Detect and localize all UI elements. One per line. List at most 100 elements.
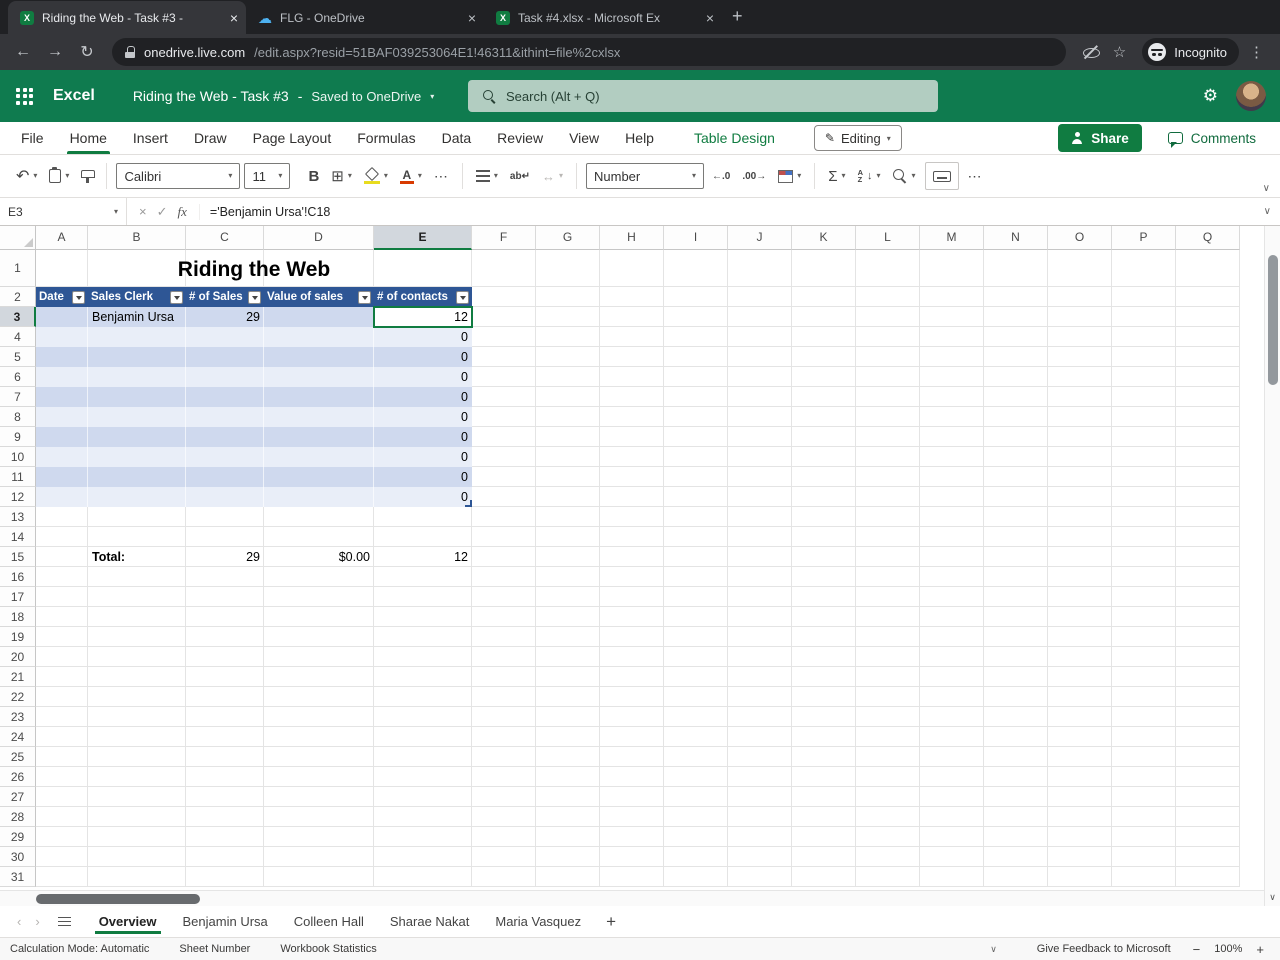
back-icon[interactable]	[8, 37, 38, 67]
comments-button[interactable]: Comments	[1160, 124, 1264, 152]
chevron-down-icon[interactable]	[430, 92, 434, 101]
browser-tab-2[interactable]: FLG - OneDrive	[246, 1, 484, 34]
number-format-select[interactable]: Number	[586, 163, 704, 189]
scroll-down-icon[interactable]	[1265, 892, 1280, 903]
menu-tab-file[interactable]: File	[8, 122, 57, 154]
row-header-10[interactable]: 10	[0, 447, 36, 467]
cell-E9[interactable]: 0	[374, 427, 472, 447]
menu-tab-view[interactable]: View	[556, 122, 612, 154]
font-color-button[interactable]	[394, 161, 428, 191]
bookmark-star-icon[interactable]	[1113, 43, 1126, 61]
sheet-title-cell[interactable]: Riding the Web	[36, 250, 472, 287]
column-header-B[interactable]: B	[88, 226, 186, 250]
spreadsheet-grid[interactable]: A B C D E F G H I J K L M N O P Q 1 2 3 4 5 6 7 8 9 10 11 12 13 14 15 16…	[0, 226, 1264, 890]
cancel-icon[interactable]	[139, 204, 147, 219]
cell-E15[interactable]: 12	[374, 547, 472, 567]
column-header-C[interactable]: C	[186, 226, 264, 250]
merge-cells-button[interactable]	[536, 161, 569, 191]
cell-E4[interactable]: 0	[374, 327, 472, 347]
row-header-18[interactable]: 18	[0, 607, 36, 627]
table-header-of-contacts[interactable]: # of contacts	[374, 287, 472, 307]
row-header-4[interactable]: 4	[0, 327, 36, 347]
column-header-J[interactable]: J	[728, 226, 792, 250]
column-header-D[interactable]: D	[264, 226, 374, 250]
menu-tab-draw[interactable]: Draw	[181, 122, 240, 154]
insert-function-icon[interactable]	[178, 204, 187, 220]
column-header-I[interactable]: I	[664, 226, 728, 250]
status-menu-chevron-icon[interactable]	[990, 944, 997, 955]
cell-E7[interactable]: 0	[374, 387, 472, 407]
refresh-icon[interactable]	[72, 37, 102, 67]
bold-button[interactable]	[302, 161, 325, 191]
column-header-A[interactable]: A	[36, 226, 88, 250]
row-header-7[interactable]: 7	[0, 387, 36, 407]
zoom-in-icon[interactable]	[1256, 942, 1264, 957]
address-bar[interactable]: onedrive.live.com /edit.aspx?resid=51BAF…	[112, 38, 1066, 66]
cell-B3[interactable]: Benjamin Ursa	[88, 307, 186, 327]
status-item-calculation-mode-automatic[interactable]: Calculation Mode: Automatic	[10, 943, 149, 955]
row-header-22[interactable]: 22	[0, 687, 36, 707]
zoom-out-icon[interactable]	[1193, 942, 1201, 957]
status-item-workbook-statistics[interactable]: Workbook Statistics	[280, 943, 376, 955]
cell-E3[interactable]: 12	[374, 307, 472, 327]
row-header-17[interactable]: 17	[0, 587, 36, 607]
more-font-options-button[interactable]	[428, 161, 455, 191]
table-header-sales-clerk[interactable]: Sales Clerk	[88, 287, 186, 307]
decrease-decimal-button[interactable]	[736, 161, 772, 191]
row-header-24[interactable]: 24	[0, 727, 36, 747]
eye-off-icon[interactable]	[1082, 44, 1100, 60]
close-icon[interactable]	[230, 11, 238, 25]
row-header-8[interactable]: 8	[0, 407, 36, 427]
saved-status[interactable]: Saved to OneDrive	[311, 89, 421, 104]
new-tab-button[interactable]	[722, 6, 755, 34]
row-header-2[interactable]: 2	[0, 287, 36, 307]
sheet-tab-maria-vasquez[interactable]: Maria Vasquez	[482, 906, 594, 937]
row-header-16[interactable]: 16	[0, 567, 36, 587]
add-sheet-button[interactable]: +	[594, 912, 628, 932]
font-size-select[interactable]: 11	[244, 163, 291, 189]
fill-color-button[interactable]	[358, 161, 394, 191]
sheet-nav-right-icon[interactable]	[28, 914, 46, 929]
menu-tab-formulas[interactable]: Formulas	[344, 122, 428, 154]
column-header-K[interactable]: K	[792, 226, 856, 250]
app-name[interactable]: Excel	[53, 87, 95, 105]
menu-tab-home[interactable]: Home	[57, 122, 120, 154]
sheet-nav-left-icon[interactable]	[10, 914, 28, 929]
row-header-23[interactable]: 23	[0, 707, 36, 727]
formula-input[interactable]: ='Benjamin Ursa'!C18	[200, 205, 330, 219]
editing-mode-button[interactable]: Editing	[813, 125, 902, 151]
column-header-O[interactable]: O	[1048, 226, 1112, 250]
row-header-31[interactable]: 31	[0, 867, 36, 887]
cell-D15[interactable]: $0.00	[264, 547, 374, 567]
close-icon[interactable]	[706, 11, 714, 25]
borders-button[interactable]	[325, 161, 358, 191]
row-header-5[interactable]: 5	[0, 347, 36, 367]
name-box[interactable]: E3	[0, 198, 127, 225]
cell-E6[interactable]: 0	[374, 367, 472, 387]
row-header-29[interactable]: 29	[0, 827, 36, 847]
menu-tab-data[interactable]: Data	[429, 122, 485, 154]
row-header-30[interactable]: 30	[0, 847, 36, 867]
format-painter-button[interactable]	[75, 161, 99, 191]
select-all-corner[interactable]	[0, 226, 36, 250]
row-header-25[interactable]: 25	[0, 747, 36, 767]
row-header-6[interactable]: 6	[0, 367, 36, 387]
wrap-text-button[interactable]	[504, 161, 536, 191]
sheet-tab-benjamin-ursa[interactable]: Benjamin Ursa	[170, 906, 281, 937]
menu-tab-table-design[interactable]: Table Design	[681, 122, 788, 154]
row-header-3[interactable]: 3	[0, 307, 36, 327]
vertical-scrollbar[interactable]	[1264, 226, 1280, 906]
sheet-tab-colleen-hall[interactable]: Colleen Hall	[281, 906, 377, 937]
row-header-13[interactable]: 13	[0, 507, 36, 527]
autosum-button[interactable]	[822, 161, 851, 191]
cell-E11[interactable]: 0	[374, 467, 472, 487]
sheet-tab-sharae-nakat[interactable]: Sharae Nakat	[377, 906, 483, 937]
font-name-select[interactable]: Calibri	[116, 163, 241, 189]
document-title-group[interactable]: Riding the Web - Task #3 - Saved to OneD…	[133, 88, 434, 104]
app-launcher-icon[interactable]	[16, 87, 33, 105]
document-title[interactable]: Riding the Web - Task #3	[133, 88, 289, 104]
find-button[interactable]	[887, 161, 922, 191]
zoom-level[interactable]: 100%	[1214, 943, 1242, 955]
column-header-P[interactable]: P	[1112, 226, 1176, 250]
feedback-link[interactable]: Give Feedback to Microsoft	[1037, 943, 1171, 955]
